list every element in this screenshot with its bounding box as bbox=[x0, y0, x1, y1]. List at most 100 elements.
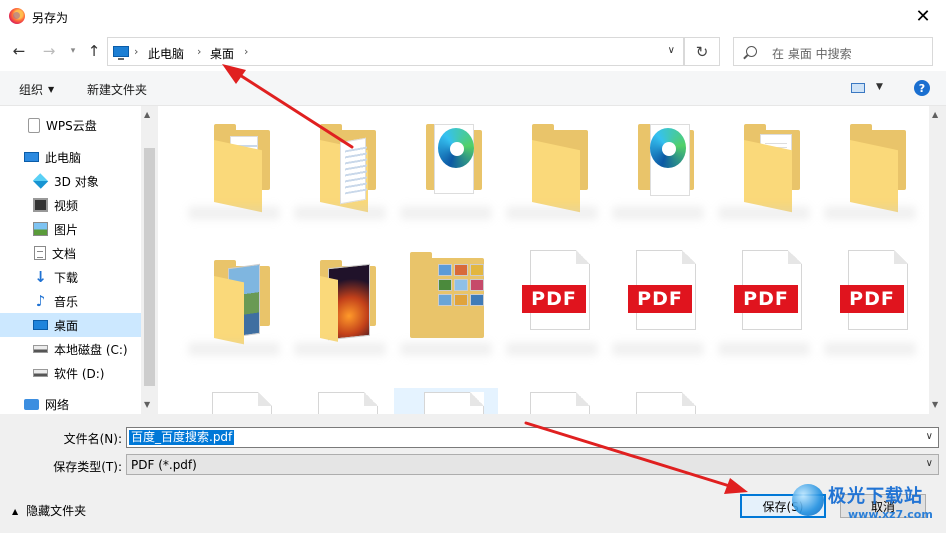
sidebar-item-label: 软件 (D:) bbox=[54, 366, 105, 381]
search-icon bbox=[746, 46, 757, 57]
sidebar-item-label: 图片 bbox=[54, 222, 79, 237]
sidebar-item-network[interactable]: 网络 bbox=[0, 392, 141, 416]
caret-up-icon: ▲ bbox=[12, 507, 19, 516]
sidebar-item-software-d[interactable]: 软件 (D:) bbox=[0, 361, 141, 385]
content-scrollbar[interactable]: ▲ ▼ bbox=[929, 106, 946, 414]
sidebar-item-wps-cloud[interactable]: WPS云盘 bbox=[0, 113, 141, 137]
pdf-badge: PDF bbox=[628, 285, 692, 313]
file-item[interactable] bbox=[288, 388, 392, 414]
sidebar-item-label: WPS云盘 bbox=[46, 118, 97, 133]
search-input[interactable]: 在 桌面 中搜索 bbox=[733, 37, 933, 66]
new-folder-button[interactable]: 新建文件夹 bbox=[87, 81, 147, 98]
breadcrumb-this-pc[interactable]: 此电脑 bbox=[148, 45, 184, 62]
file-item-folder[interactable] bbox=[394, 110, 498, 230]
scroll-down-icon[interactable]: ▼ bbox=[144, 400, 150, 409]
file-item[interactable] bbox=[500, 388, 604, 414]
desktop-icon bbox=[33, 320, 48, 330]
music-icon: ♪ bbox=[35, 292, 46, 310]
file-item-pdf[interactable]: PDF bbox=[818, 246, 922, 366]
sidebar-item-label: 网络 bbox=[45, 397, 70, 412]
help-icon[interactable]: ? bbox=[914, 80, 930, 96]
file-item-folder[interactable] bbox=[288, 246, 392, 366]
back-button[interactable]: ← bbox=[10, 42, 28, 60]
filetype-label: 保存类型(T): bbox=[53, 460, 122, 474]
file-item[interactable] bbox=[394, 388, 498, 414]
file-item[interactable] bbox=[606, 388, 710, 414]
navigation-pane: WPS云盘 此电脑 3D 对象 视频 图片 文档 ↓ 下载 ♪ 音乐 桌面 本地… bbox=[0, 106, 158, 414]
scroll-up-icon[interactable]: ▲ bbox=[932, 110, 938, 119]
sidebar-item-label: 桌面 bbox=[54, 318, 79, 333]
caret-down-icon: ▼ bbox=[48, 85, 55, 94]
organize-menu-button[interactable]: 组织 ▼ bbox=[19, 81, 54, 98]
pdf-badge: PDF bbox=[522, 285, 586, 313]
window-title: 另存为 bbox=[32, 11, 69, 25]
refresh-button[interactable]: ↻ bbox=[684, 37, 720, 66]
up-button[interactable]: ↑ bbox=[85, 42, 103, 60]
save-form: 文件名(N): 百度_百度搜索.pdf ∨ 保存类型(T): PDF (*.pd… bbox=[0, 414, 946, 533]
address-bar[interactable]: › 此电脑 › 桌面 › ∨ bbox=[107, 37, 684, 66]
computer-icon bbox=[113, 46, 129, 60]
close-icon: ✕ bbox=[915, 6, 931, 27]
computer-icon bbox=[24, 152, 39, 162]
hide-folders-label: 隐藏文件夹 bbox=[26, 504, 87, 518]
file-item-folder[interactable] bbox=[182, 110, 286, 230]
save-button[interactable]: 保存(S) bbox=[740, 494, 826, 518]
file-item-pdf[interactable]: PDF bbox=[500, 246, 604, 366]
sidebar-scrollbar[interactable]: ▲ ▼ bbox=[141, 106, 158, 414]
edge-icon bbox=[650, 128, 686, 168]
sidebar-item-pictures[interactable]: 图片 bbox=[0, 217, 141, 241]
3d-objects-icon bbox=[32, 173, 49, 189]
sidebar-item-music[interactable]: ♪ 音乐 bbox=[0, 289, 141, 313]
filetype-select[interactable]: PDF (*.pdf) ∨ bbox=[126, 454, 939, 475]
sidebar-scrollbar-thumb[interactable] bbox=[144, 148, 155, 386]
view-options-dropdown[interactable]: ▼ bbox=[876, 82, 883, 92]
file-item-folder[interactable] bbox=[712, 110, 816, 230]
file-item-folder[interactable] bbox=[606, 110, 710, 230]
organize-label: 组织 bbox=[19, 83, 44, 97]
cancel-button[interactable]: 取消 bbox=[840, 494, 926, 518]
sidebar-item-this-pc[interactable]: 此电脑 bbox=[0, 145, 141, 169]
hide-folders-toggle[interactable]: ▲ 隐藏文件夹 bbox=[12, 502, 86, 519]
filename-value: 百度_百度搜索.pdf bbox=[129, 430, 235, 445]
file-item-folder[interactable] bbox=[394, 246, 498, 366]
recent-locations-button[interactable]: ▾ bbox=[64, 42, 82, 60]
sidebar-item-desktop[interactable]: 桌面 bbox=[0, 313, 141, 337]
arrow-left-icon: ← bbox=[12, 42, 26, 60]
breadcrumb-desktop[interactable]: 桌面 bbox=[210, 45, 234, 62]
sidebar-item-local-disk-c[interactable]: 本地磁盘 (C:) bbox=[0, 337, 141, 361]
file-item-folder[interactable] bbox=[500, 110, 604, 230]
sidebar-item-label: 音乐 bbox=[54, 294, 79, 309]
file-item-folder[interactable] bbox=[288, 110, 392, 230]
file-item-pdf[interactable]: PDF bbox=[712, 246, 816, 366]
search-placeholder: 在 桌面 中搜索 bbox=[772, 47, 852, 61]
cloud-icon bbox=[28, 117, 40, 133]
file-item-folder[interactable] bbox=[818, 110, 922, 230]
chevron-down-icon: ∨ bbox=[667, 45, 675, 56]
forward-button[interactable]: → bbox=[40, 42, 58, 60]
file-item-folder[interactable] bbox=[182, 246, 286, 366]
file-item[interactable] bbox=[182, 388, 286, 414]
filename-label: 文件名(N): bbox=[63, 432, 122, 446]
scroll-down-icon[interactable]: ▼ bbox=[932, 400, 938, 409]
sidebar-item-label: 视频 bbox=[54, 198, 79, 213]
sidebar-item-downloads[interactable]: ↓ 下载 bbox=[0, 265, 141, 289]
sidebar-item-label: 3D 对象 bbox=[54, 174, 99, 189]
close-button[interactable]: ✕ bbox=[900, 0, 946, 33]
video-icon bbox=[33, 198, 48, 212]
sidebar-item-label: 下载 bbox=[54, 270, 79, 285]
command-toolbar: 组织 ▼ 新建文件夹 ▼ ? bbox=[0, 71, 946, 106]
sidebar-item-documents[interactable]: 文档 bbox=[0, 241, 141, 265]
address-dropdown-button[interactable]: ∨ bbox=[668, 45, 675, 56]
chevron-down-icon[interactable]: ∨ bbox=[926, 431, 933, 442]
view-mode-icon[interactable] bbox=[851, 83, 865, 93]
sidebar-item-3d-objects[interactable]: 3D 对象 bbox=[0, 169, 141, 193]
documents-icon bbox=[34, 246, 46, 260]
filetype-value: PDF (*.pdf) bbox=[131, 458, 197, 472]
sidebar-item-videos[interactable]: 视频 bbox=[0, 193, 141, 217]
scroll-up-icon[interactable]: ▲ bbox=[144, 110, 150, 119]
drive-icon bbox=[33, 369, 48, 377]
file-item-pdf[interactable]: PDF bbox=[606, 246, 710, 366]
file-list-view: PDF PDF PDF PDF bbox=[158, 106, 946, 414]
refresh-icon: ↻ bbox=[695, 42, 709, 61]
filename-input[interactable]: 百度_百度搜索.pdf ∨ bbox=[126, 427, 939, 448]
